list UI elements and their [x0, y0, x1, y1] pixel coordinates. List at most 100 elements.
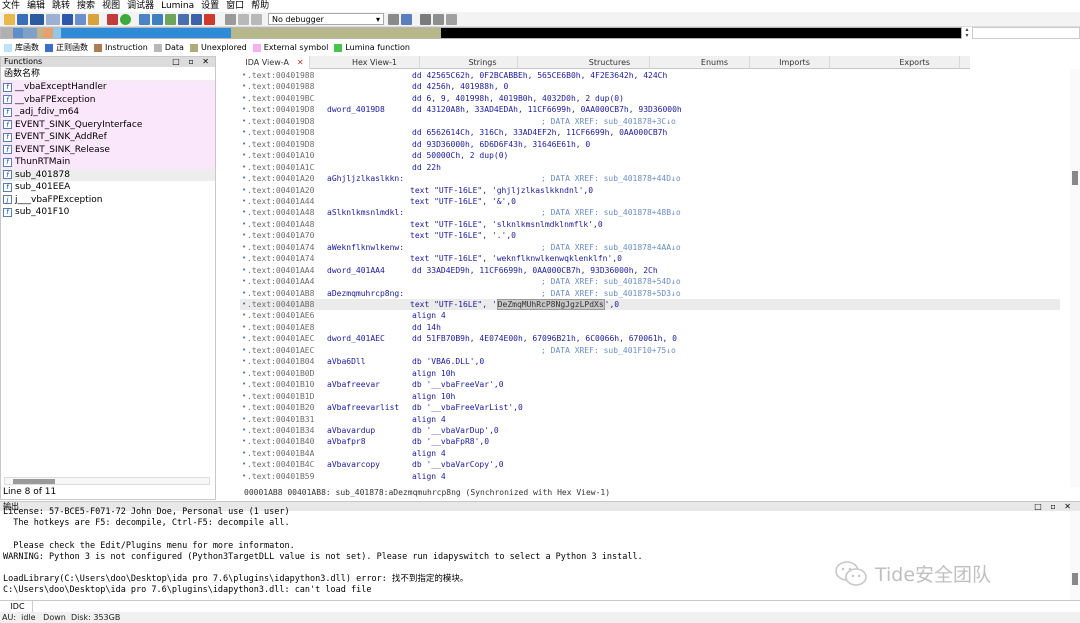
tab-strings[interactable]: Strings: [448, 56, 518, 69]
disasm-line[interactable]: • .text:00401B20 aVbafreevarlist db '__vbaF…: [240, 402, 1060, 413]
save-icon[interactable]: [17, 13, 28, 25]
hscroll-thumb[interactable]: [13, 479, 55, 484]
function-row[interactable]: f EVENT_SINK_QueryInterface: [1, 118, 215, 131]
disasm-line[interactable]: • .text:00401B59 align 4: [240, 471, 1060, 482]
disasm-line[interactable]: • .text:00401A44 text "UTF-16LE", '&',0: [240, 196, 1060, 207]
pause-icon[interactable]: [238, 13, 249, 25]
disasm-line[interactable]: • .text:00401B40 aVbafpr8 db '__vbaFpR8',0: [240, 436, 1060, 447]
instruction[interactable]: text "UTF-16LE", 'weknflknwlkenwqklenklf…: [410, 253, 622, 264]
tab-ida-view-a[interactable]: IDA View-A ✕: [240, 56, 310, 69]
label[interactable]: aSlknlkmsnlmdkl:: [327, 207, 404, 218]
stop-icon[interactable]: [88, 13, 99, 25]
function-row[interactable]: f EVENT_SINK_Release: [1, 143, 215, 156]
disasm-line[interactable]: • .text:00401B31 align 4: [240, 414, 1060, 425]
navband-segment[interactable]: [441, 28, 961, 38]
instruction[interactable]: align 4: [412, 310, 446, 321]
hex-icon[interactable]: [191, 13, 202, 25]
label[interactable]: aVba6Dll: [327, 356, 366, 367]
instruction[interactable]: text "UTF-16LE", 'ghjljzlkaslkkndnl',0: [410, 185, 593, 196]
panel-buttons[interactable]: □ ▫ ✕: [172, 57, 212, 67]
tab-imports[interactable]: Imports: [760, 56, 830, 69]
instruction[interactable]: dd 93D36000h, 6D6D6F43h, 31646E61h, 0: [412, 139, 590, 150]
tab-enums[interactable]: Enums: [680, 56, 750, 69]
navigation-band-arrows[interactable]: ▴ ▾: [962, 27, 972, 39]
function-row[interactable]: f _adj_fdiv_m64: [1, 106, 215, 119]
sync-icon[interactable]: [401, 13, 412, 25]
tab-hex-view-1[interactable]: Hex View-1: [330, 56, 420, 69]
disasm-line[interactable]: • .text:00401A48 aSlknlkmsnlmdkl: ; DATA XR…: [240, 207, 1060, 218]
instruction[interactable]: db '__vbaFreeVar',0: [412, 379, 504, 390]
function-row[interactable]: j j___vbaFPException: [1, 194, 215, 207]
disasm-line[interactable]: • .text:00401A48 text "UTF-16LE", 'slknlkm…: [240, 219, 1060, 230]
navband-segment[interactable]: [61, 28, 231, 38]
xref-icon[interactable]: [178, 13, 189, 25]
label[interactable]: aVbavarcopy: [327, 459, 380, 470]
instruction[interactable]: dd 51FB70B9h, 4E074E00h, 67096B21h, 6C00…: [412, 333, 677, 344]
disasm-line[interactable]: • .text:004019D8 dd 93D36000h, 6D6D6F43h, …: [240, 139, 1060, 150]
xref-comment[interactable]: ; DATA XREF: sub_401878+4AA↓o: [541, 242, 681, 253]
xref-comment[interactable]: ; DATA XREF: sub_401878+5D3↓o: [541, 288, 681, 299]
menu-item[interactable]: 设置: [201, 0, 219, 12]
play-icon[interactable]: [225, 13, 236, 25]
disasm-line[interactable]: • .text:00401AE8 dd 14h: [240, 322, 1060, 333]
label[interactable]: dword_401AA4: [327, 265, 385, 276]
label[interactable]: aDezmqmuhrcp8ng:: [327, 288, 404, 299]
label[interactable]: dword_4019D8: [327, 104, 385, 115]
label[interactable]: aVbafreevarlist: [327, 402, 399, 413]
disasm-line[interactable]: • .text:00401B4A align 4: [240, 448, 1060, 459]
xref-comment[interactable]: ; DATA XREF: sub_401F10+75↓o: [541, 345, 676, 356]
instruction[interactable]: text "UTF-16LE", 'slknlkmsnlmdklnmflk',0: [410, 219, 603, 230]
instruction[interactable]: db '__vbaVarDup',0: [412, 425, 499, 436]
disasm-line[interactable]: • .text:00401A10 dd 50000Ch, 2 dup(0): [240, 150, 1060, 161]
forward-icon[interactable]: [46, 13, 60, 25]
instruction[interactable]: dd 6, 9, 401998h, 4019B0h, 4032D0h, 2 du…: [412, 93, 624, 104]
open-icon[interactable]: [4, 13, 15, 25]
disasm-line[interactable]: • .text:00401A74 aWeknflknwlkenw: ; DATA XR…: [240, 242, 1060, 253]
functions-column-header[interactable]: 函数名称: [1, 67, 215, 81]
disasm-line[interactable]: • .text:00401B4C aVbavarcopy db '__vbaVarCo…: [240, 459, 1060, 470]
disasm-line[interactable]: • .text:00401988 dd 42565C62h, 0F2BCABBEh,…: [240, 70, 1060, 81]
disasm-line[interactable]: • .text:00401B0D align 10h: [240, 368, 1060, 379]
search-icon[interactable]: [75, 13, 86, 25]
function-row[interactable]: f __vbaFPException: [1, 93, 215, 106]
navband-segment[interactable]: [53, 28, 61, 38]
navigation-combo[interactable]: [972, 27, 1080, 39]
instruction[interactable]: dd 6562614Ch, 316Ch, 33AD4EF2h, 11CF6699…: [412, 127, 667, 138]
xref-comment[interactable]: ; DATA XREF: sub_401878+54D↓o: [541, 276, 681, 287]
disasm-line[interactable]: • .text:00401AB8 text "UTF-16LE", 'DeZmqMU…: [240, 299, 1060, 311]
breakpoint-icon[interactable]: [420, 13, 431, 25]
navigation-band[interactable]: [0, 27, 962, 39]
debugger-select[interactable]: No debugger ▾: [268, 13, 384, 25]
instruction[interactable]: db 'VBA6.DLL',0: [412, 356, 484, 367]
trace-icon[interactable]: [433, 13, 444, 25]
enum-icon[interactable]: [165, 13, 176, 25]
instruction[interactable]: dd 33AD4ED9h, 11CF6699h, 0AA000CB7h, 93D…: [412, 265, 658, 276]
menu-item[interactable]: 调试器: [127, 0, 154, 12]
step-icon[interactable]: [388, 13, 399, 25]
instruction[interactable]: db '__vbaFreeVarList',0: [412, 402, 523, 413]
functions-hscrollbar[interactable]: [4, 477, 210, 485]
lumina-icon[interactable]: [120, 13, 131, 25]
navband-segment[interactable]: [231, 28, 441, 38]
disasm-line[interactable]: • .text:00401AA4 ; DATA XREF: sub_401878+5…: [240, 276, 1060, 287]
disasm-line[interactable]: • .text:00401AEC ; DATA XREF: sub_401F10+7…: [240, 345, 1060, 356]
navband-segment[interactable]: [43, 28, 53, 38]
tab-structures[interactable]: Structures: [570, 56, 650, 69]
navband-segment[interactable]: [1, 28, 13, 38]
disasm-line[interactable]: • .text:004019D8 dd 6562614Ch, 316Ch, 33AD…: [240, 127, 1060, 138]
back-icon[interactable]: [30, 13, 44, 25]
create-function-icon[interactable]: [139, 13, 150, 25]
selected-string[interactable]: DeZmqMUhRcP8NgJgzLPdXs: [496, 299, 605, 310]
xref-comment[interactable]: ; DATA XREF: sub_401878+44D↓o: [541, 173, 681, 184]
disasm-line[interactable]: • .text:004019D8 dword_4019D8 dd 43120A8h, …: [240, 104, 1060, 115]
label[interactable]: dword_401AEC: [327, 333, 385, 344]
label[interactable]: aVbafpr8: [327, 436, 366, 447]
label[interactable]: aVbafreevar: [327, 379, 380, 390]
menu-item[interactable]: 跳转: [52, 0, 70, 12]
instruction[interactable]: dd 50000Ch, 2 dup(0): [412, 150, 508, 161]
disasm-line[interactable]: • .text:004019BC dd 6, 9, 401998h, 4019B0h…: [240, 93, 1060, 104]
disasm-line[interactable]: • .text:00401AB8 aDezmqmuhrcp8ng: ; DATA XR…: [240, 288, 1060, 299]
instruction[interactable]: text "UTF-16LE", '.',0: [410, 230, 516, 241]
instruction[interactable]: dd 43120A8h, 33AD4EDAh, 11CF6699h, 0AA00…: [412, 104, 682, 115]
jump-icon[interactable]: [62, 13, 73, 25]
